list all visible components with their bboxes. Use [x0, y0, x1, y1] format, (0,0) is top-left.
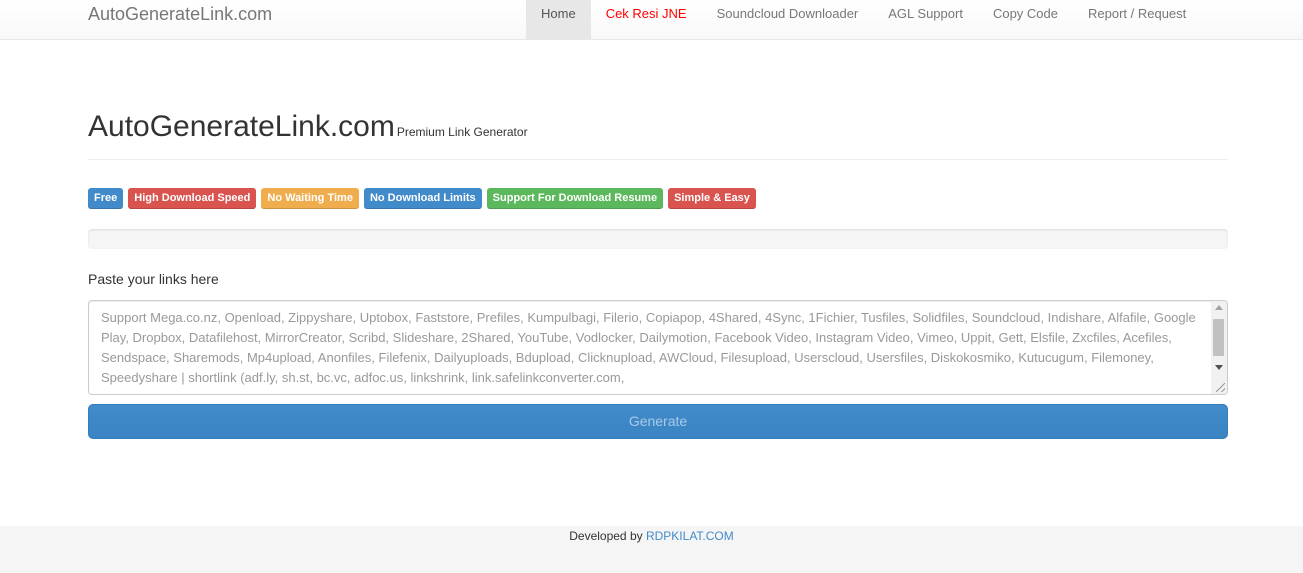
page-subtitle: Premium Link Generator [396, 125, 528, 139]
label-no-download-limits: No Download Limits [363, 188, 482, 209]
navbar-brand[interactable]: AutoGenerateLink.com [88, 4, 272, 24]
nav-item-home[interactable]: Home [526, 0, 591, 40]
generate-button[interactable]: Generate [88, 404, 1228, 439]
label-simple-easy: Simple & Easy [668, 188, 756, 209]
page-header: AutoGenerateLink.com Premium Link Generat… [88, 110, 1228, 160]
nav-item-report-request[interactable]: Report / Request [1073, 0, 1201, 40]
progress-bar [88, 229, 1228, 249]
paste-links-label: Paste your links here [88, 271, 219, 287]
label-free: Free [88, 188, 124, 209]
label-support-download-resume: Support For Download Resume [486, 188, 664, 209]
footer-link-rdpkilat[interactable]: RDPKILAT.COM [646, 529, 734, 543]
links-textarea-placeholder: Support Mega.co.nz, Openload, Zippyshare… [101, 310, 1196, 385]
resize-grip-icon[interactable] [1216, 383, 1225, 392]
nav-item-soundcloud-downloader[interactable]: Soundcloud Downloader [702, 0, 874, 40]
label-no-waiting-time: No Waiting Time [261, 188, 359, 209]
nav-menu: Home Cek Resi JNE Soundcloud Downloader … [526, 0, 1201, 40]
feature-labels: Free High Download Speed No Waiting Time… [88, 188, 756, 209]
label-high-download-speed: High Download Speed [128, 188, 257, 209]
scroll-thumb[interactable] [1213, 319, 1224, 356]
navbar: AutoGenerateLink.com Home Cek Resi JNE S… [0, 0, 1303, 40]
scroll-up-icon[interactable] [1215, 305, 1223, 310]
nav-item-cek-resi-jne[interactable]: Cek Resi JNE [591, 0, 702, 40]
links-textarea[interactable]: Support Mega.co.nz, Openload, Zippyshare… [88, 300, 1228, 395]
footer: Developed by RDPKILAT.COM [0, 526, 1303, 573]
nav-item-agl-support[interactable]: AGL Support [873, 0, 978, 40]
textarea-scrollbar[interactable] [1211, 301, 1227, 394]
nav-item-copy-code[interactable]: Copy Code [978, 0, 1073, 40]
footer-developed-by: Developed by [569, 529, 643, 543]
scroll-down-icon[interactable] [1215, 365, 1223, 370]
page-title: AutoGenerateLink.com [88, 110, 395, 143]
